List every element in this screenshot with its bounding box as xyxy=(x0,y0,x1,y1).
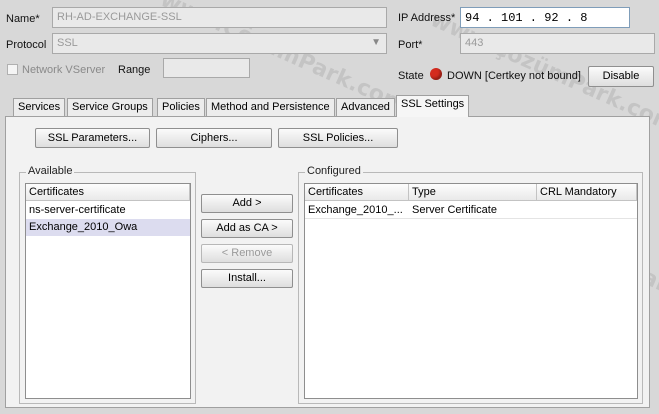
state-label: State xyxy=(398,70,424,82)
add-as-ca-button[interactable]: Add as CA > xyxy=(201,219,293,238)
ssl-policies-button[interactable]: SSL Policies... xyxy=(278,128,398,148)
network-vserver-label: Network VServer xyxy=(22,64,106,76)
range-label: Range xyxy=(118,64,151,76)
name-label: Name* xyxy=(6,13,40,25)
network-vserver-checkbox[interactable] xyxy=(7,64,18,75)
protocol-label: Protocol xyxy=(6,39,47,51)
chevron-down-icon: ▼ xyxy=(371,37,381,48)
list-item[interactable]: ns-server-certificate xyxy=(26,202,190,219)
protocol-select[interactable]: SSL ▼ xyxy=(52,33,387,54)
ssl-settings-panel: SSL Parameters... Ciphers... SSL Policie… xyxy=(5,116,650,408)
ip-address-label: IP Address* xyxy=(398,12,456,24)
available-certificates-header[interactable]: Certificates xyxy=(26,184,190,201)
configured-crl-mandatory-header[interactable]: CRL Mandatory xyxy=(537,184,637,201)
ip-address-field[interactable]: 94 . 101 . 92 . 8 xyxy=(460,7,630,28)
configured-title: Configured xyxy=(305,165,363,177)
configured-certificates-header[interactable]: Certificates xyxy=(305,184,409,201)
state-value: DOWN [Certkey not bound] xyxy=(447,70,581,82)
available-certificates-list[interactable]: Certificates ns-server-certificate Excha… xyxy=(25,183,191,399)
port-label: Port* xyxy=(398,39,423,51)
configured-type-header[interactable]: Type xyxy=(409,184,537,201)
disable-button[interactable]: Disable xyxy=(588,66,654,87)
remove-button[interactable]: < Remove xyxy=(201,244,293,263)
table-cell-certificate: Exchange_2010_... xyxy=(308,204,403,216)
range-field[interactable] xyxy=(163,58,250,78)
tab-ssl-settings[interactable]: SSL Settings xyxy=(396,95,470,117)
state-down-icon xyxy=(430,68,442,80)
available-group: Available Certificates ns-server-certifi… xyxy=(19,165,196,404)
table-cell-type: Server Certificate xyxy=(412,204,497,216)
port-field[interactable]: 443 xyxy=(460,33,655,54)
protocol-value: SSL xyxy=(57,37,78,49)
tab-advanced[interactable]: Advanced xyxy=(336,98,395,116)
tab-service-groups[interactable]: Service Groups xyxy=(67,98,153,116)
ciphers-button[interactable]: Ciphers... xyxy=(156,128,272,148)
tab-policies[interactable]: Policies xyxy=(157,98,205,116)
available-title: Available xyxy=(26,165,75,177)
configured-group: Configured Certificates Type CRL Mandato… xyxy=(298,165,643,404)
add-button[interactable]: Add > xyxy=(201,194,293,213)
ssl-parameters-button[interactable]: SSL Parameters... xyxy=(35,128,150,148)
tab-method-and-persistence[interactable]: Method and Persistence xyxy=(206,98,335,116)
name-field[interactable]: RH-AD-EXCHANGE-SSL xyxy=(52,7,387,28)
configured-certificates-table[interactable]: Certificates Type CRL Mandatory Exchange… xyxy=(304,183,638,399)
install-button[interactable]: Install... xyxy=(201,269,293,288)
list-item[interactable]: Exchange_2010_Owa xyxy=(26,219,190,236)
table-row[interactable]: Exchange_2010_... Server Certificate xyxy=(305,202,637,219)
table-cell-crl-mandatory xyxy=(537,202,637,206)
tab-services[interactable]: Services xyxy=(13,98,66,116)
